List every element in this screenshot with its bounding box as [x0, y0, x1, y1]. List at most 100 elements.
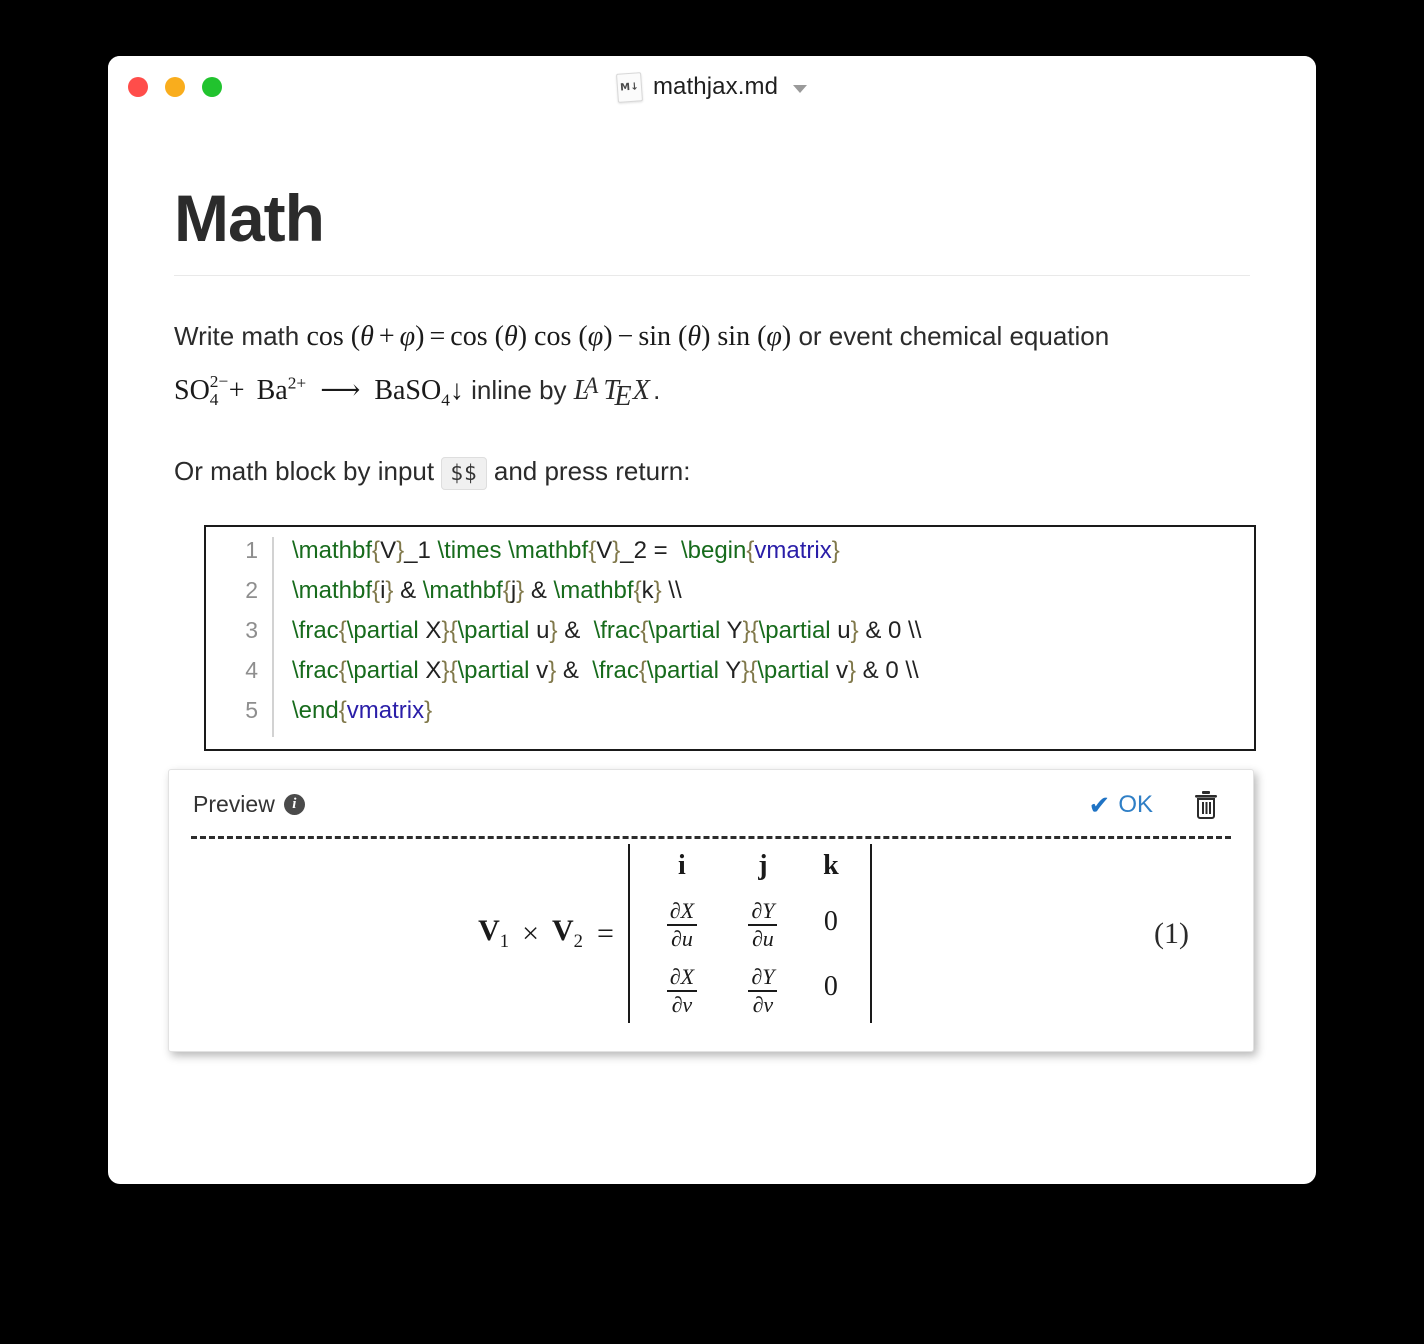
gutter-divider — [272, 696, 274, 737]
line-number: 5 — [245, 696, 258, 723]
close-button[interactable] — [128, 77, 148, 97]
times-operator: × — [522, 916, 539, 950]
token-brace: { — [502, 576, 511, 604]
code-line[interactable]: 1 \mathbf{V}_1 \times \mathbf{V}_2 = \beg… — [206, 536, 1254, 577]
paragraph-math-intro: Write math cos (θ + φ) = cos (θ) cos (φ) − sin… — [174, 310, 1250, 418]
code-line-text: \frac{\partial X}{\partial u} & \frac{\p… — [292, 617, 921, 645]
token-env: vmatrix — [754, 536, 832, 564]
matrix-cell: 0 — [823, 971, 838, 1003]
token-txt: & — [557, 616, 594, 644]
token-txt: V — [380, 536, 397, 564]
token-cmd: \partial — [758, 616, 831, 644]
token-cmd: \mathbf — [292, 536, 373, 564]
minimize-button[interactable] — [165, 77, 185, 97]
matrix-fraction: ∂Y ∂v — [748, 958, 778, 1018]
matrix-unit-vector: k — [823, 849, 839, 881]
token-brace: { — [338, 656, 347, 684]
paragraph1-period: . — [653, 375, 661, 406]
window-controls — [128, 77, 222, 97]
line-number: 1 — [245, 536, 258, 563]
token-brace: } — [831, 536, 840, 564]
code-line[interactable]: 2 \mathbf{i} & \mathbf{j} & \mathbf{k} \\ — [206, 576, 1254, 617]
fraction-numerator: ∂Y — [751, 963, 775, 989]
matrix-fraction: ∂X ∂v — [666, 958, 698, 1018]
determinant-matrix: i j k ∂X ∂u ∂Y ∂u 0 ∂X ∂v ∂Y ∂v 0 — [627, 843, 872, 1024]
code-line-text: \frac{\partial X}{\partial v} & \frac{\p… — [292, 657, 919, 685]
hint-before: Or math block by input — [174, 456, 442, 487]
trash-icon[interactable] — [1193, 790, 1219, 820]
code-chip-dollar: $$ — [441, 457, 487, 491]
code-line-text: \end{vmatrix} — [292, 697, 432, 725]
fraction-denominator: ∂u — [670, 925, 693, 951]
token-txt: Y — [718, 656, 742, 684]
token-txt: & 0 \\ — [855, 656, 919, 684]
matrix-grid: i j k ∂X ∂u ∂Y ∂u 0 ∂X ∂v ∂Y ∂v 0 — [630, 844, 870, 1024]
document-title-group[interactable]: M↓ mathjax.md — [615, 71, 808, 103]
code-line[interactable]: 5 \end{vmatrix} — [206, 696, 1254, 737]
token-cmd: \times — [437, 536, 502, 564]
token-brace: { — [750, 616, 759, 644]
token-brace: { — [372, 536, 381, 564]
markdown-file-icon: M↓ — [615, 71, 643, 103]
fraction-denominator: ∂v — [752, 991, 774, 1017]
matrix-unit-vector: j — [758, 849, 768, 881]
gutter-divider — [272, 536, 274, 577]
matrix-cell: 0 — [823, 905, 838, 937]
token-txt: \\ — [661, 576, 682, 604]
token-brace: } — [847, 656, 856, 684]
matrix-fraction: ∂X ∂u — [666, 892, 698, 952]
fraction-numerator: ∂X — [669, 897, 695, 923]
code-line[interactable]: 4 \frac{\partial X}{\partial v} & \frac{\… — [206, 656, 1254, 697]
paragraph1-tail: inline by — [463, 375, 574, 406]
matrix-fraction: ∂Y ∂u — [748, 892, 778, 952]
gutter-divider — [272, 616, 274, 657]
app-window: M↓ mathjax.md Math Write math cos (θ + φ) =… — [108, 56, 1316, 1184]
token-brace: { — [638, 656, 647, 684]
zoom-button[interactable] — [202, 77, 222, 97]
ok-button[interactable]: ✔ OK — [1089, 791, 1153, 819]
document-filename: mathjax.md — [652, 73, 779, 100]
token-cmd: \frac — [593, 616, 641, 644]
preview-label: Preview — [193, 791, 275, 818]
vector-v1: V1 — [478, 914, 510, 953]
token-cmd: \end — [292, 696, 339, 724]
gutter-divider — [272, 576, 274, 617]
token-brace: } — [549, 616, 558, 644]
token-cmd: \mathbf — [292, 576, 373, 604]
info-icon[interactable]: i — [283, 794, 305, 816]
paragraph-math-block-hint: Or math block by input $$ and press retu… — [174, 446, 1250, 496]
token-env: vmatrix — [346, 696, 425, 724]
token-cmd: \begin — [680, 536, 747, 564]
fraction-denominator: ∂v — [671, 991, 693, 1017]
inline-chemical-equation: SO 2− 4 + Ba2+ ⟶ BaSO4↓ — [174, 371, 464, 410]
check-icon: ✔ — [1088, 789, 1111, 820]
token-txt: X — [418, 616, 442, 644]
token-txt: u — [529, 616, 550, 644]
token-brace: } — [742, 616, 751, 644]
code-line-text: \mathbf{i} & \mathbf{j} & \mathbf{k} \\ — [292, 577, 682, 605]
token-txt: u — [830, 616, 851, 644]
token-brace: { — [338, 696, 347, 724]
math-code-editor[interactable]: 1 \mathbf{V}_1 \times \mathbf{V}_2 = \beg… — [204, 524, 1256, 751]
token-brace: { — [372, 576, 381, 604]
token-cmd: \mathbf — [422, 576, 503, 604]
token-cmd: \partial — [346, 656, 419, 684]
token-cmd: \frac — [592, 656, 639, 684]
preview-actions: ✔ OK — [1089, 790, 1229, 820]
token-cmd: \mathbf — [508, 536, 589, 564]
token-brace: } — [396, 536, 405, 564]
page-title: Math — [174, 181, 325, 255]
chevron-down-icon[interactable] — [793, 84, 808, 93]
rendered-equation: V1 × V2 = i j k ∂X ∂u ∂Y ∂u 0 ∂X ∂v ∂Y ∂v 0 (1) — [191, 839, 1231, 1029]
hint-after: and press return: — [486, 456, 691, 487]
token-brace: } — [653, 576, 662, 604]
token-txt: Y — [720, 616, 743, 644]
token-brace: } — [424, 696, 433, 724]
token-cmd: \partial — [757, 656, 830, 684]
token-cmd: \partial — [346, 616, 419, 644]
vector-v2: V2 — [552, 914, 583, 953]
token-brace: { — [633, 576, 642, 604]
code-line-text: \mathbf{V}_1 \times \mathbf{V}_2 = \begi… — [292, 537, 840, 565]
code-line[interactable]: 3 \frac{\partial X}{\partial u} & \frac{\… — [206, 616, 1254, 657]
token-cmd: \partial — [648, 616, 721, 644]
